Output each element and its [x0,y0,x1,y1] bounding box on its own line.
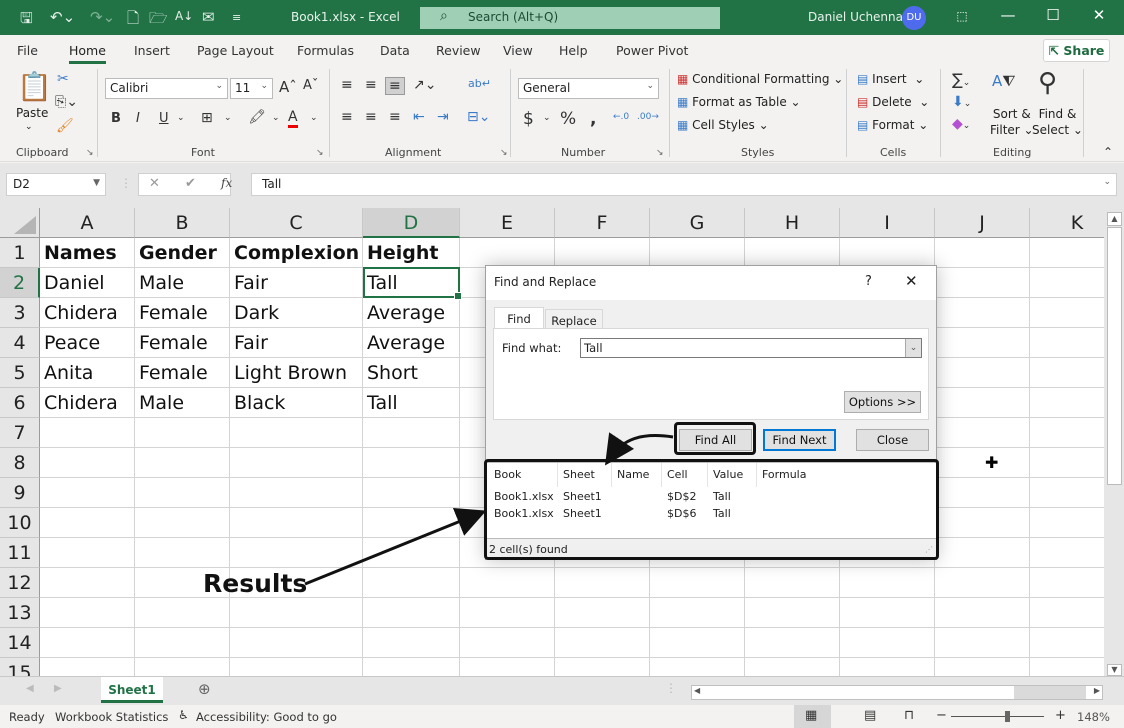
annotation-arrows [304,432,674,586]
cursor-cross-icon: ✚ [985,453,999,472]
results-arrow [304,507,487,586]
results-annotation-label: Results [203,569,308,598]
find-all-arrow [605,432,674,466]
